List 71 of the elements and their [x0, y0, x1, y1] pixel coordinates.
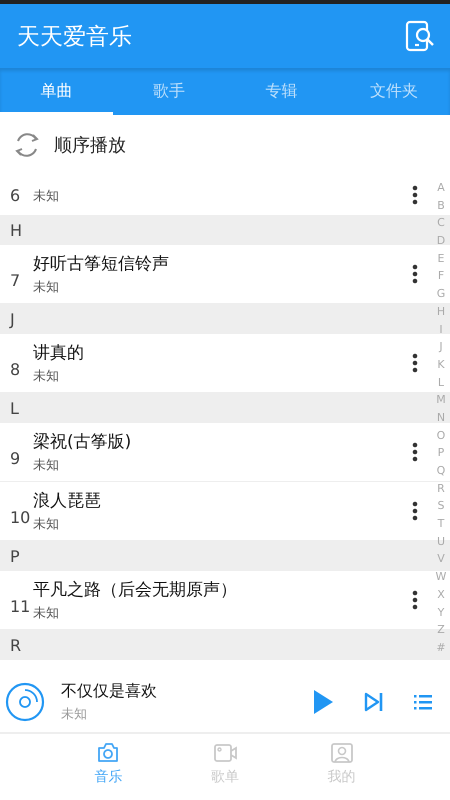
track-number: 9 — [10, 448, 22, 468]
index-letter[interactable]: P — [438, 444, 444, 462]
index-letter[interactable]: C — [437, 214, 445, 232]
skip-next-icon[interactable] — [364, 692, 384, 712]
track-number: 6 — [10, 186, 22, 205]
index-letter[interactable]: M — [436, 391, 446, 409]
index-letter[interactable]: W — [436, 568, 446, 586]
play-mode-label[interactable]: 顺序播放 — [54, 133, 126, 157]
more-icon[interactable] — [412, 590, 418, 610]
artist-name: 未知 — [61, 706, 88, 723]
camera-icon — [96, 740, 120, 764]
index-letter[interactable]: B — [437, 196, 445, 214]
track-number: 7 — [10, 270, 22, 290]
tab[interactable]: 专辑 — [225, 68, 338, 115]
person-icon — [330, 740, 354, 764]
artist-name: 未知 — [33, 279, 60, 296]
song-title: 讲真的 — [33, 342, 85, 364]
index-letter[interactable]: A — [437, 179, 445, 197]
index-letter[interactable]: F — [438, 267, 444, 286]
artist-name: 未知 — [33, 368, 60, 385]
queue-list-icon[interactable] — [414, 694, 432, 710]
index-letter[interactable]: R — [437, 480, 445, 498]
song-title: 浪人琵琶 — [33, 490, 102, 512]
artist-name: 未知 — [33, 516, 60, 533]
index-letter[interactable]: Y — [438, 604, 444, 622]
index-letter[interactable]: K — [437, 356, 445, 374]
song-title: 好听古筝短信铃声 — [33, 253, 170, 275]
index-letter[interactable]: E — [438, 250, 444, 268]
index-letter[interactable]: I — [439, 320, 443, 338]
disc-icon[interactable] — [5, 682, 45, 722]
tab[interactable]: 歌手 — [112, 68, 225, 115]
tab[interactable]: 单曲 — [0, 68, 112, 115]
play-icon[interactable] — [312, 689, 334, 715]
more-icon[interactable] — [412, 501, 418, 521]
track-number: 11 — [10, 596, 32, 616]
tab[interactable]: 文件夹 — [338, 68, 450, 115]
section-letter: L — [10, 398, 19, 418]
artist-name: 未知 — [33, 605, 60, 622]
index-letter[interactable]: L — [438, 374, 444, 392]
index-letter[interactable]: O — [436, 426, 446, 444]
index-letter[interactable]: X — [437, 586, 445, 604]
search-icon[interactable] — [404, 20, 436, 52]
more-icon[interactable] — [412, 185, 418, 205]
song-title: 平凡之路（后会无期原声） — [33, 579, 238, 601]
index-letter[interactable]: Z — [437, 621, 445, 639]
index-letter[interactable]: Q — [436, 462, 446, 480]
index-letter[interactable]: # — [436, 638, 446, 657]
song-title: 梁祝(古筝版) — [33, 431, 132, 453]
index-letter[interactable]: S — [438, 497, 444, 516]
index-letter[interactable]: U — [436, 532, 446, 550]
index-letter[interactable]: T — [438, 515, 444, 533]
track-number: 10 — [10, 508, 32, 526]
index-letter[interactable]: N — [436, 408, 446, 427]
artist-name: 未知 — [33, 457, 60, 474]
index-letter[interactable]: D — [436, 232, 446, 250]
more-icon[interactable] — [412, 264, 418, 284]
section-letter: H — [10, 220, 22, 240]
index-letter[interactable]: G — [436, 285, 446, 303]
more-icon[interactable] — [412, 353, 418, 373]
section-letter: P — [10, 546, 20, 566]
more-icon[interactable] — [412, 442, 418, 462]
song-title: 不仅仅是喜欢 — [61, 681, 158, 702]
track-number: 8 — [10, 360, 22, 378]
app-title: 天天爱音乐 — [17, 22, 132, 52]
section-letter: R — [10, 636, 22, 654]
index-letter[interactable]: H — [436, 302, 446, 320]
index-letter[interactable]: V — [437, 550, 445, 568]
index-letter[interactable]: J — [439, 338, 443, 356]
artist-name: 未知 — [33, 188, 60, 205]
nav-tab[interactable]: 音乐 — [50, 734, 167, 800]
section-letter: J — [10, 310, 15, 328]
